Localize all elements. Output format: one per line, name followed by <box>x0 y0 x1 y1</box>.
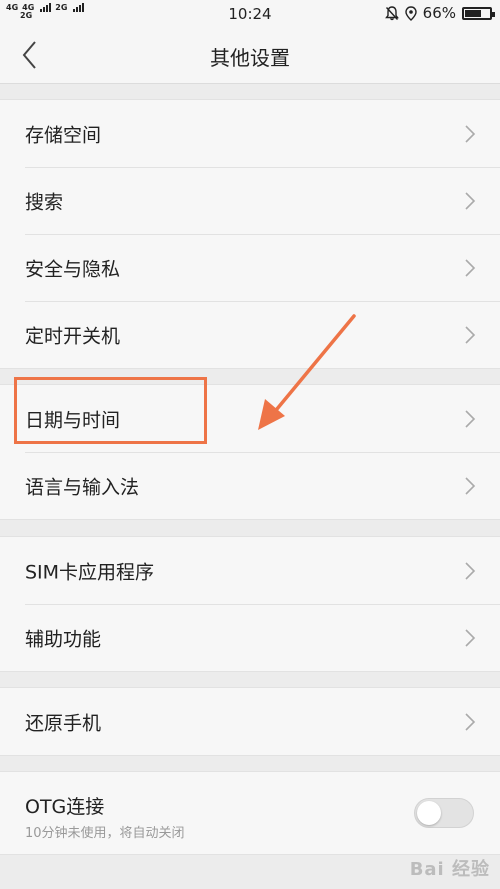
chevron-right-icon <box>465 325 476 344</box>
chevron-right-icon <box>465 124 476 143</box>
settings-group-locale: 日期与时间 语言与输入法 <box>0 384 500 520</box>
settings-group-general: 存储空间 搜索 安全与隐私 定时开关机 <box>0 99 500 369</box>
settings-item-language-input[interactable]: 语言与输入法 <box>0 452 500 519</box>
battery-icon <box>462 6 495 20</box>
settings-item-label: 安全与隐私 <box>25 258 121 280</box>
settings-item-label: 搜索 <box>25 191 64 213</box>
location-icon <box>404 5 417 21</box>
settings-item-label: 日期与时间 <box>25 409 121 431</box>
otg-subtitle: 10分钟未使用，将自动关闭 <box>25 826 185 841</box>
otg-toggle-switch[interactable] <box>414 798 474 828</box>
settings-group-otg: OTG连接 10分钟未使用，将自动关闭 <box>0 771 500 855</box>
chevron-right-icon <box>465 561 476 580</box>
toggle-knob <box>417 801 441 825</box>
settings-item-accessibility[interactable]: 辅助功能 <box>0 604 500 671</box>
page-title: 其他设置 <box>210 46 290 70</box>
settings-item-label: 定时开关机 <box>25 325 121 347</box>
chevron-right-icon <box>465 628 476 647</box>
settings-item-label: 还原手机 <box>25 712 102 734</box>
settings-group-sim-accessibility: SIM卡应用程序 辅助功能 <box>0 536 500 672</box>
settings-item-reset-phone[interactable]: 还原手机 <box>0 688 500 755</box>
watermark-logo: Bai 经验 <box>410 855 490 881</box>
settings-item-label: 存储空间 <box>25 124 102 146</box>
chevron-right-icon <box>465 476 476 495</box>
app-header: 其他设置 <box>0 28 500 84</box>
settings-item-label: 辅助功能 <box>25 628 102 650</box>
settings-item-sim-apps[interactable]: SIM卡应用程序 <box>0 537 500 604</box>
otg-title: OTG连接 <box>25 796 105 818</box>
bell-off-icon <box>384 5 399 20</box>
chevron-right-icon <box>465 258 476 277</box>
settings-item-scheduled-power[interactable]: 定时开关机 <box>0 301 500 368</box>
settings-item-otg[interactable]: OTG连接 10分钟未使用，将自动关闭 <box>0 772 500 854</box>
watermark-text: Bai 经验 <box>409 859 490 880</box>
settings-item-security-privacy[interactable]: 安全与隐私 <box>0 234 500 301</box>
settings-item-date-time[interactable]: 日期与时间 <box>0 385 500 452</box>
chevron-right-icon <box>465 712 476 731</box>
status-bar: 4G 4G 2G 2G 10:24 66% <box>0 0 500 28</box>
settings-item-label: SIM卡应用程序 <box>25 561 155 583</box>
chevron-right-icon <box>465 409 476 428</box>
settings-item-label: 语言与输入法 <box>25 476 140 498</box>
settings-item-search[interactable]: 搜索 <box>0 167 500 234</box>
chevron-right-icon <box>465 191 476 210</box>
settings-group-reset: 还原手机 <box>0 687 500 756</box>
settings-item-storage[interactable]: 存储空间 <box>0 100 500 167</box>
battery-percent: 66% <box>422 4 456 22</box>
